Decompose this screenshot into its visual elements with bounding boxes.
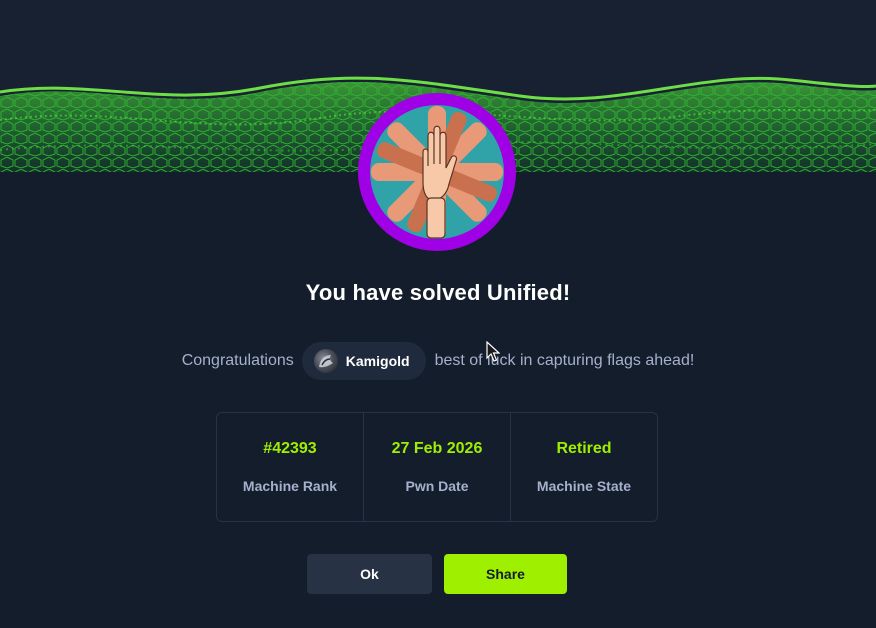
avatar-image	[318, 355, 333, 368]
stat-machine-rank: #42393 Machine Rank	[217, 413, 364, 521]
username: Kamigold	[345, 353, 410, 369]
ok-button[interactable]: Ok	[307, 554, 432, 594]
congrats-suffix: best of luck in capturing flags ahead!	[434, 352, 695, 369]
machine-stats: #42393 Machine Rank 27 Feb 2026 Pwn Date…	[216, 412, 658, 522]
share-button[interactable]: Share	[444, 554, 567, 594]
stat-value: Retired	[556, 440, 612, 457]
user-avatar	[313, 349, 338, 373]
stat-label: Machine State	[536, 478, 632, 494]
congrats-message: Congratulations Kamigold best of luck in…	[0, 340, 876, 382]
stat-label: Pwn Date	[405, 478, 469, 494]
mouse-cursor-icon	[486, 341, 500, 362]
stat-value: 27 Feb 2026	[391, 440, 483, 457]
stat-machine-state: Retired Machine State	[511, 413, 657, 521]
machine-badge	[357, 92, 517, 252]
stat-value: #42393	[263, 440, 317, 457]
page-title: You have solved Unified!	[305, 280, 571, 305]
unified-hands-icon	[358, 93, 516, 251]
congrats-prefix: Congratulations	[181, 352, 294, 369]
stat-label: Machine Rank	[242, 478, 338, 494]
stat-pwn-date: 27 Feb 2026 Pwn Date	[364, 413, 511, 521]
user-chip[interactable]: Kamigold	[301, 342, 426, 380]
